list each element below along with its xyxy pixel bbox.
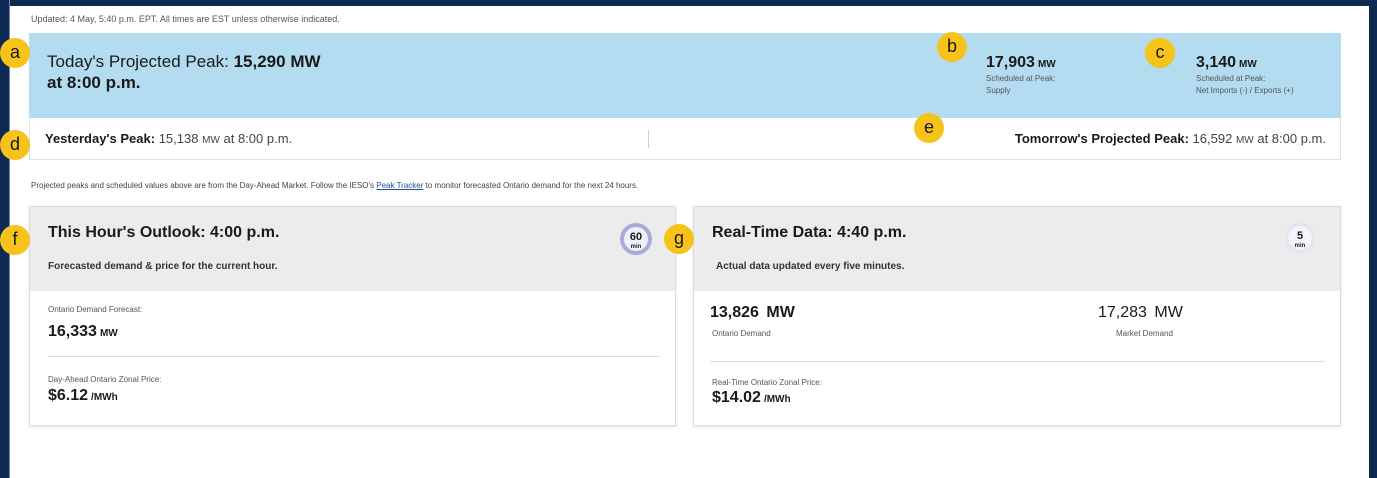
tomorrow-peak-time: at 8:00 p.m. — [1257, 131, 1326, 146]
ontario-demand-label: Ontario Demand — [712, 329, 771, 338]
projected-peak-label: Today's Projected Peak: — [47, 52, 229, 71]
yesterday-peak-label: Yesterday's Peak: — [45, 131, 156, 146]
ontario-demand-unit: MW — [766, 304, 795, 321]
callout-f: f — [0, 225, 30, 255]
day-ahead-note: Projected peaks and scheduled values abo… — [31, 181, 638, 190]
yesterday-peak-time: at 8:00 p.m. — [223, 131, 293, 146]
real-time-title: Real-Time Data: 4:40 p.m. — [712, 224, 907, 241]
callout-b: b — [937, 32, 967, 62]
sixty-minute-number: 60 — [629, 231, 643, 243]
real-time-price-label: Real-Time Ontario Zonal Price: — [712, 378, 822, 387]
projected-peak-panel — [29, 33, 1341, 118]
updated-timestamp: Updated: 4 May, 5:40 p.m. EPT. All times… — [31, 14, 340, 24]
hour-outlook-title: This Hour's Outlook: 4:00 p.m. — [48, 224, 280, 241]
note-text-after: to monitor forecasted Ontario demand for… — [423, 181, 639, 190]
ontario-demand-number: 13,826 — [710, 304, 759, 321]
real-time-price-unit: /MWh — [763, 394, 791, 405]
supply-label-1: Scheduled at Peak: — [986, 74, 1056, 83]
callout-e: e — [914, 113, 944, 143]
supply-stat: 17,903 MW Scheduled at Peak: Supply — [986, 54, 1056, 96]
callout-c: c — [1145, 38, 1175, 68]
projected-peak-value: 15,290 MW — [233, 52, 321, 71]
projected-peak-title: Today's Projected Peak: 15,290 MW — [47, 50, 321, 74]
hour-outlook-subtitle: Forecasted demand & price for the curren… — [48, 261, 278, 272]
demand-forecast-value: 16,333 MW — [48, 323, 118, 341]
note-text-before: Projected peaks and scheduled values abo… — [31, 181, 377, 190]
callout-g: g — [664, 224, 694, 254]
day-ahead-price-number: $6.12 — [48, 387, 89, 404]
peak-tracker-link[interactable]: Peak Tracker — [376, 181, 423, 190]
top-border — [0, 0, 1377, 6]
tomorrow-peak-label: Tomorrow's Projected Peak: — [1014, 131, 1189, 146]
net-imports-label-1: Scheduled at Peak: — [1196, 74, 1266, 83]
yesterday-peak-value: 15,138 — [158, 131, 199, 146]
projected-peak-time: at 8:00 p.m. — [47, 73, 141, 92]
hour-outlook-header: This Hour's Outlook: 4:00 p.m. Forecaste… — [30, 207, 675, 291]
callout-a: a — [0, 38, 30, 68]
real-time-header: Real-Time Data: 4:40 p.m. Actual data up… — [694, 207, 1340, 291]
row-divider — [648, 130, 649, 148]
market-demand-value: 17,283 MW — [1098, 304, 1183, 322]
yesterday-peak: Yesterday's Peak: 15,138 MW at 8:00 p.m. — [45, 131, 292, 146]
net-imports-stat: 3,140 MW Scheduled at Peak: Net Imports (… — [1196, 54, 1294, 96]
real-time-divider — [710, 361, 1325, 362]
sixty-minute-icon: 60 min — [620, 223, 652, 255]
real-time-subtitle: Actual data updated every five minutes. — [716, 261, 905, 272]
five-minute-icon: 5 min — [1285, 223, 1315, 253]
tomorrow-peak: Tomorrow's Projected Peak: 16,592 MW at … — [1015, 131, 1326, 146]
tomorrow-peak-unit: MW — [1235, 135, 1254, 146]
net-imports-value: 3,140 — [1196, 54, 1237, 71]
demand-forecast-label: Ontario Demand Forecast: — [48, 305, 143, 314]
hour-outlook-card: This Hour's Outlook: 4:00 p.m. Forecaste… — [29, 206, 676, 426]
real-time-price-number: $14.02 — [712, 389, 761, 406]
yesterday-peak-unit: MW — [202, 135, 220, 146]
demand-forecast-unit: MW — [99, 328, 118, 339]
five-minute-unit: min — [1294, 243, 1306, 249]
five-minute-number: 5 — [1296, 230, 1304, 242]
market-demand-number: 17,283 — [1098, 304, 1147, 321]
supply-value: 17,903 — [986, 54, 1035, 71]
net-imports-unit: MW — [1239, 59, 1257, 70]
right-border — [1369, 0, 1377, 478]
day-ahead-price-label: Day-Ahead Ontario Zonal Price: — [48, 375, 162, 384]
real-time-card: Real-Time Data: 4:40 p.m. Actual data up… — [693, 206, 1341, 426]
real-time-price-value: $14.02/MWh — [712, 389, 791, 407]
market-demand-label: Market Demand — [1116, 329, 1173, 338]
day-ahead-price-value: $6.12/MWh — [48, 387, 118, 405]
net-imports-label-2: Net Imports (-) / Exports (+) — [1196, 86, 1294, 95]
ontario-demand-value: 13,826 MW — [710, 304, 795, 322]
market-demand-unit: MW — [1154, 304, 1183, 321]
sixty-minute-unit: min — [630, 244, 642, 250]
day-ahead-price-unit: /MWh — [91, 392, 118, 403]
supply-label-2: Supply — [986, 86, 1011, 95]
outlook-divider — [48, 356, 660, 357]
supply-unit: MW — [1037, 59, 1056, 70]
tomorrow-peak-value: 16,592 — [1192, 131, 1233, 146]
callout-d: d — [0, 130, 30, 160]
demand-forecast-number: 16,333 — [48, 323, 97, 340]
